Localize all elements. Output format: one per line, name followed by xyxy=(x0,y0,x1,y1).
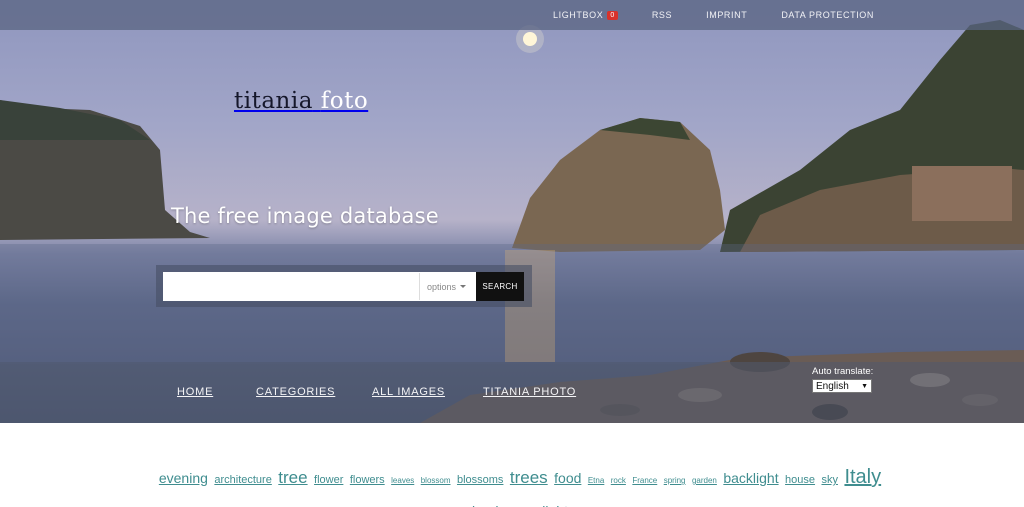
site-logo[interactable]: titania foto xyxy=(234,88,368,114)
lightbox-count-badge: 0 xyxy=(607,10,618,20)
tag-link[interactable]: Italy xyxy=(844,466,881,488)
tag-link[interactable]: evening xyxy=(159,470,208,486)
lightbox-link[interactable]: LIGHTBOX 0 xyxy=(553,10,618,20)
search-options-label: options xyxy=(427,281,457,292)
tag-link[interactable]: garden xyxy=(692,476,717,485)
tag-link[interactable]: spring xyxy=(664,476,686,485)
language-select[interactable]: English ▼ xyxy=(812,379,872,393)
tag-link[interactable]: house xyxy=(785,474,815,486)
caret-down-icon xyxy=(460,285,467,288)
tag-link[interactable]: architecture xyxy=(214,474,271,486)
nav-categories[interactable]: CATEGORIES xyxy=(256,386,335,398)
top-nav: LIGHTBOX 0 RSS IMPRINT DATA PROTECTION xyxy=(553,0,874,30)
search-panel: options SEARCH xyxy=(156,265,532,307)
tag-link[interactable]: food xyxy=(554,470,581,486)
nav-all-images[interactable]: ALL IMAGES xyxy=(372,386,445,398)
search-options-dropdown[interactable]: options xyxy=(419,273,475,300)
tag-link[interactable]: France xyxy=(632,476,657,485)
search-button[interactable]: SEARCH xyxy=(476,272,524,301)
language-selected-value: English xyxy=(816,380,849,392)
tag-link[interactable]: sky xyxy=(821,474,838,486)
hero-landscape-image xyxy=(0,20,1024,423)
tag-link[interactable]: rock xyxy=(611,476,626,485)
tag-link[interactable]: flower xyxy=(314,474,343,486)
tag-link[interactable]: tree xyxy=(278,468,307,487)
auto-translate-label: Auto translate: xyxy=(812,366,874,377)
data-protection-link[interactable]: DATA PROTECTION xyxy=(781,10,874,20)
tag-link[interactable]: blossom xyxy=(421,476,451,485)
logo-text-secondary: foto xyxy=(320,88,369,114)
tag-cloud: evening architecture tree flower flowers… xyxy=(150,462,890,507)
tag-link[interactable]: flowers xyxy=(350,474,385,486)
tag-link[interactable]: Etna xyxy=(588,476,604,485)
nav-home[interactable]: HOME xyxy=(177,386,213,398)
dropdown-arrow-icon: ▼ xyxy=(861,382,868,390)
tag-link[interactable]: backlight xyxy=(723,470,778,486)
tag-link[interactable]: landscape xyxy=(472,503,536,507)
auto-translate: Auto translate: English ▼ xyxy=(812,366,873,393)
tag-link[interactable]: blossoms xyxy=(457,474,503,486)
tag-link[interactable]: leaves xyxy=(391,476,414,485)
rss-link[interactable]: RSS xyxy=(652,10,672,20)
lightbox-label: LIGHTBOX xyxy=(553,10,604,20)
imprint-link[interactable]: IMPRINT xyxy=(706,10,747,20)
tag-link[interactable]: trees xyxy=(510,468,548,487)
logo-text-primary: titania xyxy=(234,88,313,114)
page-tagline: The free image database xyxy=(171,204,439,228)
top-bar: LIGHTBOX 0 RSS IMPRINT DATA PROTECTION xyxy=(0,0,1024,30)
hero-banner: LIGHTBOX 0 RSS IMPRINT DATA PROTECTION t… xyxy=(0,0,1024,423)
tag-link[interactable]: light xyxy=(542,503,568,507)
nav-titania-photo[interactable]: TITANIA PHOTO xyxy=(483,386,576,398)
